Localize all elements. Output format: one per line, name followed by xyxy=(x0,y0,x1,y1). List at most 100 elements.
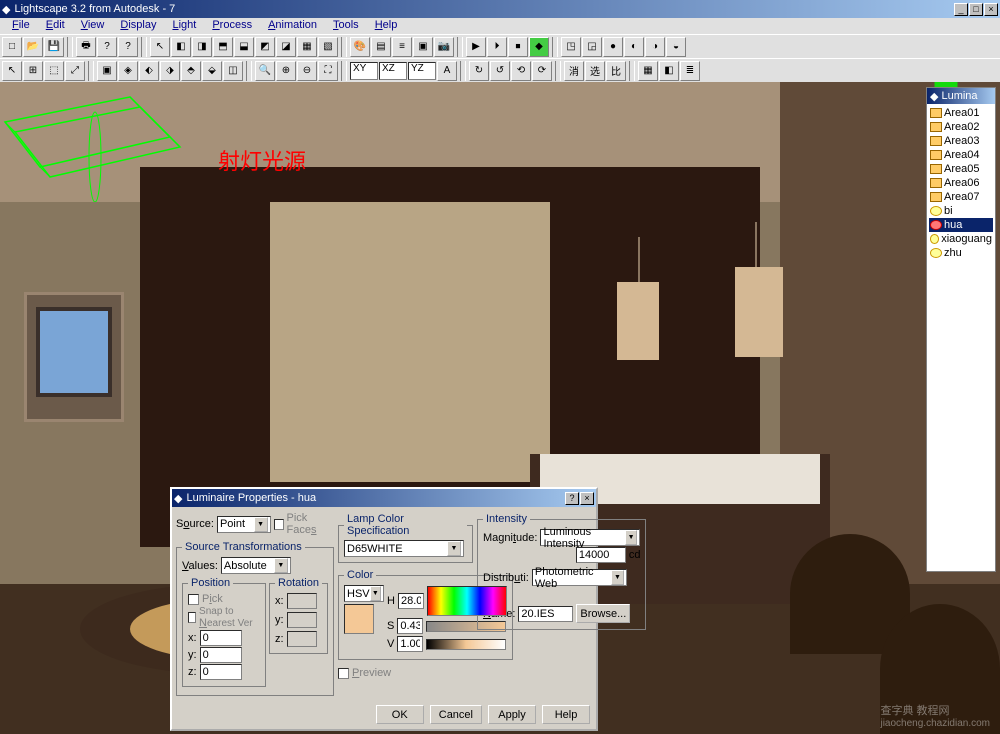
tree-item-bi[interactable]: bi xyxy=(929,204,993,218)
tb2-scale-icon[interactable]: ⤢ xyxy=(65,61,85,81)
tb2-grid-icon[interactable]: ⊞ xyxy=(23,61,43,81)
tb2-zoom3-icon[interactable]: ⊖ xyxy=(297,61,317,81)
rx-input[interactable] xyxy=(287,593,317,609)
menu-light[interactable]: Light xyxy=(164,18,204,34)
ok-button[interactable]: OK xyxy=(376,705,424,724)
tb1-render1-icon[interactable]: ▶ xyxy=(466,37,486,57)
lamp-select[interactable]: D65WHITE▼ xyxy=(344,540,464,557)
tb2-r1-icon[interactable]: ↻ xyxy=(469,61,489,81)
tb2-zoom1-icon[interactable]: 🔍 xyxy=(255,61,275,81)
tree-item-Area02[interactable]: Area02 xyxy=(929,120,993,134)
tb1-cam-icon[interactable]: 📷 xyxy=(434,37,454,57)
tree-item-xiaoguang[interactable]: xiaoguang xyxy=(929,232,993,246)
tb1-mat1-icon[interactable]: 🎨 xyxy=(350,37,370,57)
tb1-sel3-icon[interactable]: ⬒ xyxy=(213,37,233,57)
tb1-sel6-icon[interactable]: ◪ xyxy=(276,37,296,57)
tb2-lk-icon[interactable]: ◧ xyxy=(659,61,679,81)
tb2-axis-xy[interactable]: XY xyxy=(350,62,378,80)
values-select[interactable]: Absolute▼ xyxy=(221,557,291,574)
tb1-sel4-icon[interactable]: ⬓ xyxy=(234,37,254,57)
tb2-zoom2-icon[interactable]: ⊕ xyxy=(276,61,296,81)
source-select[interactable]: Point▼ xyxy=(217,516,271,533)
tb2-col-icon[interactable]: ▦ xyxy=(638,61,658,81)
menu-file[interactable]: File xyxy=(4,18,38,34)
tb2-cursor-icon[interactable]: ↖ xyxy=(2,61,22,81)
tree-item-Area03[interactable]: Area03 xyxy=(929,134,993,148)
color-mode-select[interactable]: HSV▼ xyxy=(344,585,384,602)
h-input[interactable] xyxy=(398,593,424,609)
minimize-button[interactable]: _ xyxy=(954,3,968,16)
tb1-sel1-icon[interactable]: ◧ xyxy=(171,37,191,57)
magnitude-input[interactable] xyxy=(576,547,626,563)
cancel-button[interactable]: Cancel xyxy=(430,705,482,724)
menu-help[interactable]: Help xyxy=(367,18,406,34)
browse-button[interactable]: Browse... xyxy=(576,604,630,623)
tb2-m3-icon[interactable]: ⬖ xyxy=(139,61,159,81)
viewport[interactable]: 射灯光源 ◆ Lumina Area01Area02Area03Area04Ar… xyxy=(0,82,1000,734)
rz-input[interactable] xyxy=(287,631,317,647)
tb2-axis-xz[interactable]: XZ xyxy=(379,62,407,80)
y-input[interactable] xyxy=(200,647,242,663)
tb2-m2-icon[interactable]: ◈ xyxy=(118,61,138,81)
tb1-ext1-icon[interactable]: ◳ xyxy=(561,37,581,57)
tb1-open-icon[interactable]: 📂 xyxy=(23,37,43,57)
menu-tools[interactable]: Tools xyxy=(325,18,367,34)
tb2-axis-yz[interactable]: YZ xyxy=(408,62,436,80)
luminaire-panel-title[interactable]: ◆ Lumina xyxy=(927,88,995,104)
pick-checkbox[interactable] xyxy=(188,594,199,605)
hue-picker[interactable] xyxy=(427,586,507,616)
tree-item-Area06[interactable]: Area06 xyxy=(929,176,993,190)
tree-item-Area07[interactable]: Area07 xyxy=(929,190,993,204)
menu-view[interactable]: View xyxy=(73,18,113,34)
tb1-help-icon[interactable]: ? xyxy=(97,37,117,57)
v-input[interactable] xyxy=(397,636,423,652)
tb2-cj1[interactable]: 消 xyxy=(564,61,584,81)
luminaire-tree[interactable]: Area01Area02Area03Area04Area05Area06Area… xyxy=(927,104,995,262)
tb2-m4-icon[interactable]: ⬗ xyxy=(160,61,180,81)
name-input[interactable] xyxy=(518,606,573,622)
tb1-ext5-icon[interactable]: ◑ xyxy=(645,37,665,57)
s-input[interactable] xyxy=(397,618,423,634)
ry-input[interactable] xyxy=(287,612,317,628)
pickfaces-checkbox[interactable] xyxy=(274,519,284,530)
tb2-sm-icon[interactable]: ≣ xyxy=(680,61,700,81)
tb2-r4-icon[interactable]: ⟳ xyxy=(532,61,552,81)
menu-animation[interactable]: Animation xyxy=(260,18,325,34)
x-input[interactable] xyxy=(200,630,242,646)
apply-button[interactable]: Apply xyxy=(488,705,536,724)
tb1-ext6-icon[interactable]: ◒ xyxy=(666,37,686,57)
tb2-axis-a[interactable]: A xyxy=(437,61,457,81)
tb2-fit-icon[interactable]: ⛶ xyxy=(318,61,338,81)
help-button[interactable]: Help xyxy=(542,705,590,724)
distrib-select[interactable]: Photometric Web▼ xyxy=(532,569,627,586)
menu-edit[interactable]: Edit xyxy=(38,18,73,34)
tb1-sel5-icon[interactable]: ◩ xyxy=(255,37,275,57)
menu-display[interactable]: Display xyxy=(112,18,164,34)
tree-item-Area04[interactable]: Area04 xyxy=(929,148,993,162)
tb1-lay-icon[interactable]: ≡ xyxy=(392,37,412,57)
tb2-r2-icon[interactable]: ↺ xyxy=(490,61,510,81)
dialog-close-button[interactable]: × xyxy=(580,492,594,505)
tb1-save-icon[interactable]: 💾 xyxy=(44,37,64,57)
tb1-ext3-icon[interactable]: ● xyxy=(603,37,623,57)
tree-item-hua[interactable]: hua xyxy=(929,218,993,232)
restore-button[interactable]: □ xyxy=(969,3,983,16)
tb1-mat2-icon[interactable]: ▤ xyxy=(371,37,391,57)
tb1-ext2-icon[interactable]: ◲ xyxy=(582,37,602,57)
tb2-m7-icon[interactable]: ◫ xyxy=(223,61,243,81)
tb1-render2-icon[interactable]: ⏵ xyxy=(487,37,507,57)
tree-item-Area05[interactable]: Area05 xyxy=(929,162,993,176)
tb2-cj2[interactable]: 选 xyxy=(585,61,605,81)
close-button[interactable]: × xyxy=(984,3,998,16)
dialog-titlebar[interactable]: ◆ Luminaire Properties - hua ? × xyxy=(172,489,596,507)
tb2-r3-icon[interactable]: ⟲ xyxy=(511,61,531,81)
z-input[interactable] xyxy=(200,664,242,680)
menu-process[interactable]: Process xyxy=(204,18,260,34)
tb2-m6-icon[interactable]: ⬙ xyxy=(202,61,222,81)
tb1-arrow-icon[interactable]: ↖ xyxy=(150,37,170,57)
tb1-ext4-icon[interactable]: ◐ xyxy=(624,37,644,57)
tree-item-Area01[interactable]: Area01 xyxy=(929,106,993,120)
tb1-what-icon[interactable]: ? xyxy=(118,37,138,57)
tb2-cj3[interactable]: 比 xyxy=(606,61,626,81)
tb1-new-icon[interactable]: □ xyxy=(2,37,22,57)
